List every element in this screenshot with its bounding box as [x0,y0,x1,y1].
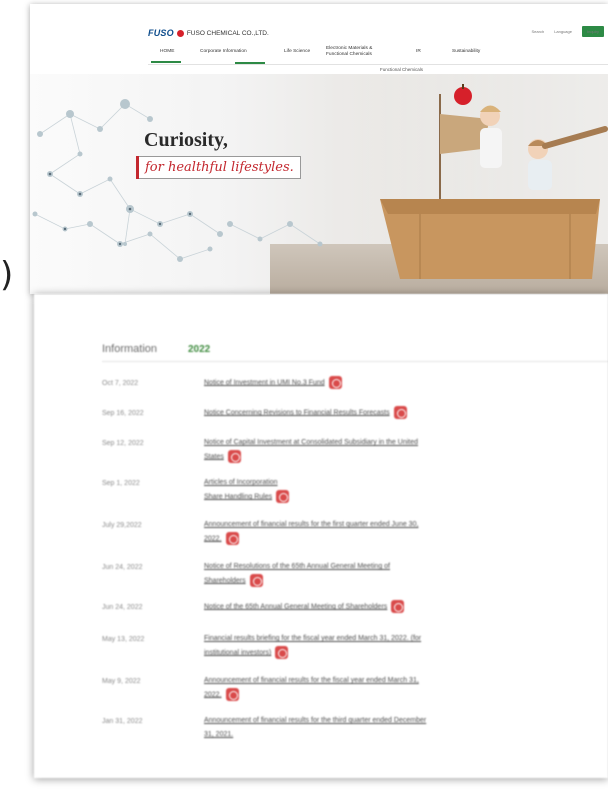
language-link[interactable]: Language [554,29,572,34]
information-link-text[interactable]: Notice of Investment in UMI No.3 Fund [204,379,325,386]
information-link-text[interactable]: Notice of the 65th Annual General Meetin… [204,603,387,610]
information-link-text[interactable]: 2022. [204,535,222,542]
nav-life-science[interactable]: Life Science [284,49,310,55]
information-link[interactable]: Notice of Resolutions of the 65th Annual… [204,560,554,588]
pdf-icon[interactable] [328,376,342,389]
pdf-icon[interactable] [276,490,290,503]
pdf-icon[interactable] [393,406,407,419]
kids-in-cardboard-boat-image [380,84,608,279]
nav-corporate-information[interactable]: Corporate Information [200,49,247,55]
information-link[interactable]: Announcement of financial results for th… [204,674,554,702]
pdf-icon[interactable] [275,646,289,659]
corporate-active-indicator [235,62,265,64]
information-date: May 13, 2022 [102,636,145,643]
information-date: Jun 24, 2022 [102,564,143,571]
information-date: Jun 24, 2022 [102,604,143,611]
logo-wordmark: FUSO [148,28,174,38]
pdf-icon[interactable] [225,688,239,701]
search-link[interactable]: Search [532,29,545,34]
apple-logo-icon [176,29,184,37]
information-link[interactable]: Announcement of financial results for th… [204,714,554,742]
pdf-icon[interactable] [249,574,263,587]
hero-tagline: for healthful lifestyles. [136,156,301,179]
information-link-text[interactable]: Articles of Incorporation [204,479,278,486]
information-link[interactable]: Articles of Incorporation Share Handling … [204,476,554,504]
information-link-text[interactable]: Notice of Capital Investment at Consolid… [204,439,418,446]
pdf-icon[interactable] [227,450,241,463]
inquiry-button[interactable]: Inquiry [581,26,604,37]
information-link-text[interactable]: States [204,453,224,460]
information-link-text[interactable]: 2022. [204,691,222,698]
information-link-text[interactable]: Notice Concerning Revisions to Financial… [204,409,390,416]
information-date: July 29,2022 [102,522,142,529]
information-link-text[interactable]: Shareholders [204,577,246,584]
nav-ir[interactable]: IR [416,49,421,55]
screenshot-stage: ) FUSO FUSO CHEMICAL CO.,LTD. Search Lan… [0,0,608,807]
nav-divider [148,64,608,65]
company-name: FUSO CHEMICAL CO.,LTD. [186,29,269,37]
information-year[interactable]: 2022 [188,344,210,355]
information-date: Sep 12, 2022 [102,440,144,447]
information-link-text[interactable]: Financial results briefing for the fisca… [204,635,421,642]
information-date: Oct 7, 2022 [102,380,139,387]
nav-sustainability[interactable]: Sustainability [452,49,480,55]
information-link-text[interactable]: Announcement of financial results for th… [204,521,418,528]
information-link-text[interactable]: institutional investors) [204,649,271,656]
nav-electronic-materials[interactable]: Electronic Materials & Functional Chemic… [326,46,386,57]
hero-title: Curiosity, [144,129,228,151]
information-link-text[interactable]: Announcement of financial results for th… [204,717,426,724]
information-date: May 9, 2022 [102,678,141,685]
information-link[interactable]: Announcement of financial results for th… [204,518,554,546]
molecule-network-graphic [32,99,323,262]
information-link[interactable]: Notice of the 65th Annual General Meetin… [204,600,554,614]
pdf-icon[interactable] [225,532,239,545]
nav-home[interactable]: HOME [160,49,174,55]
information-link-text[interactable]: 31, 2021. [204,731,233,738]
information-news-card: Information 2022 Oct 7, 2022 Notice of In… [34,294,608,778]
home-active-indicator [151,61,181,63]
company-logo[interactable]: FUSO FUSO CHEMICAL CO.,LTD. [148,28,269,38]
information-link[interactable]: Notice of Capital Investment at Consolid… [204,436,554,464]
pdf-icon[interactable] [391,600,405,613]
information-link[interactable]: Financial results briefing for the fisca… [204,632,554,660]
information-date: Sep 16, 2022 [102,410,144,417]
partial-paren-glyph: ) [0,255,14,295]
information-link-text[interactable]: Share Handling Rules [204,493,272,500]
information-link-text[interactable]: Announcement of financial results for th… [204,677,419,684]
website-hero-card: FUSO FUSO CHEMICAL CO.,LTD. Search Langu… [30,4,608,294]
information-link[interactable]: Notice of Investment in UMI No.3 Fund [204,376,554,390]
information-date: Sep 1, 2022 [102,480,140,487]
information-heading: Information [102,343,158,355]
submenu-functional-chemicals[interactable]: Functional Chemicals [380,67,423,72]
utility-links: Search Language Inquiry [532,26,604,37]
information-divider [102,361,608,362]
information-link[interactable]: Notice Concerning Revisions to Financial… [204,406,554,420]
information-link-text[interactable]: Notice of Resolutions of the 65th Annual… [204,563,390,570]
information-date: Jan 31, 2022 [102,718,143,725]
